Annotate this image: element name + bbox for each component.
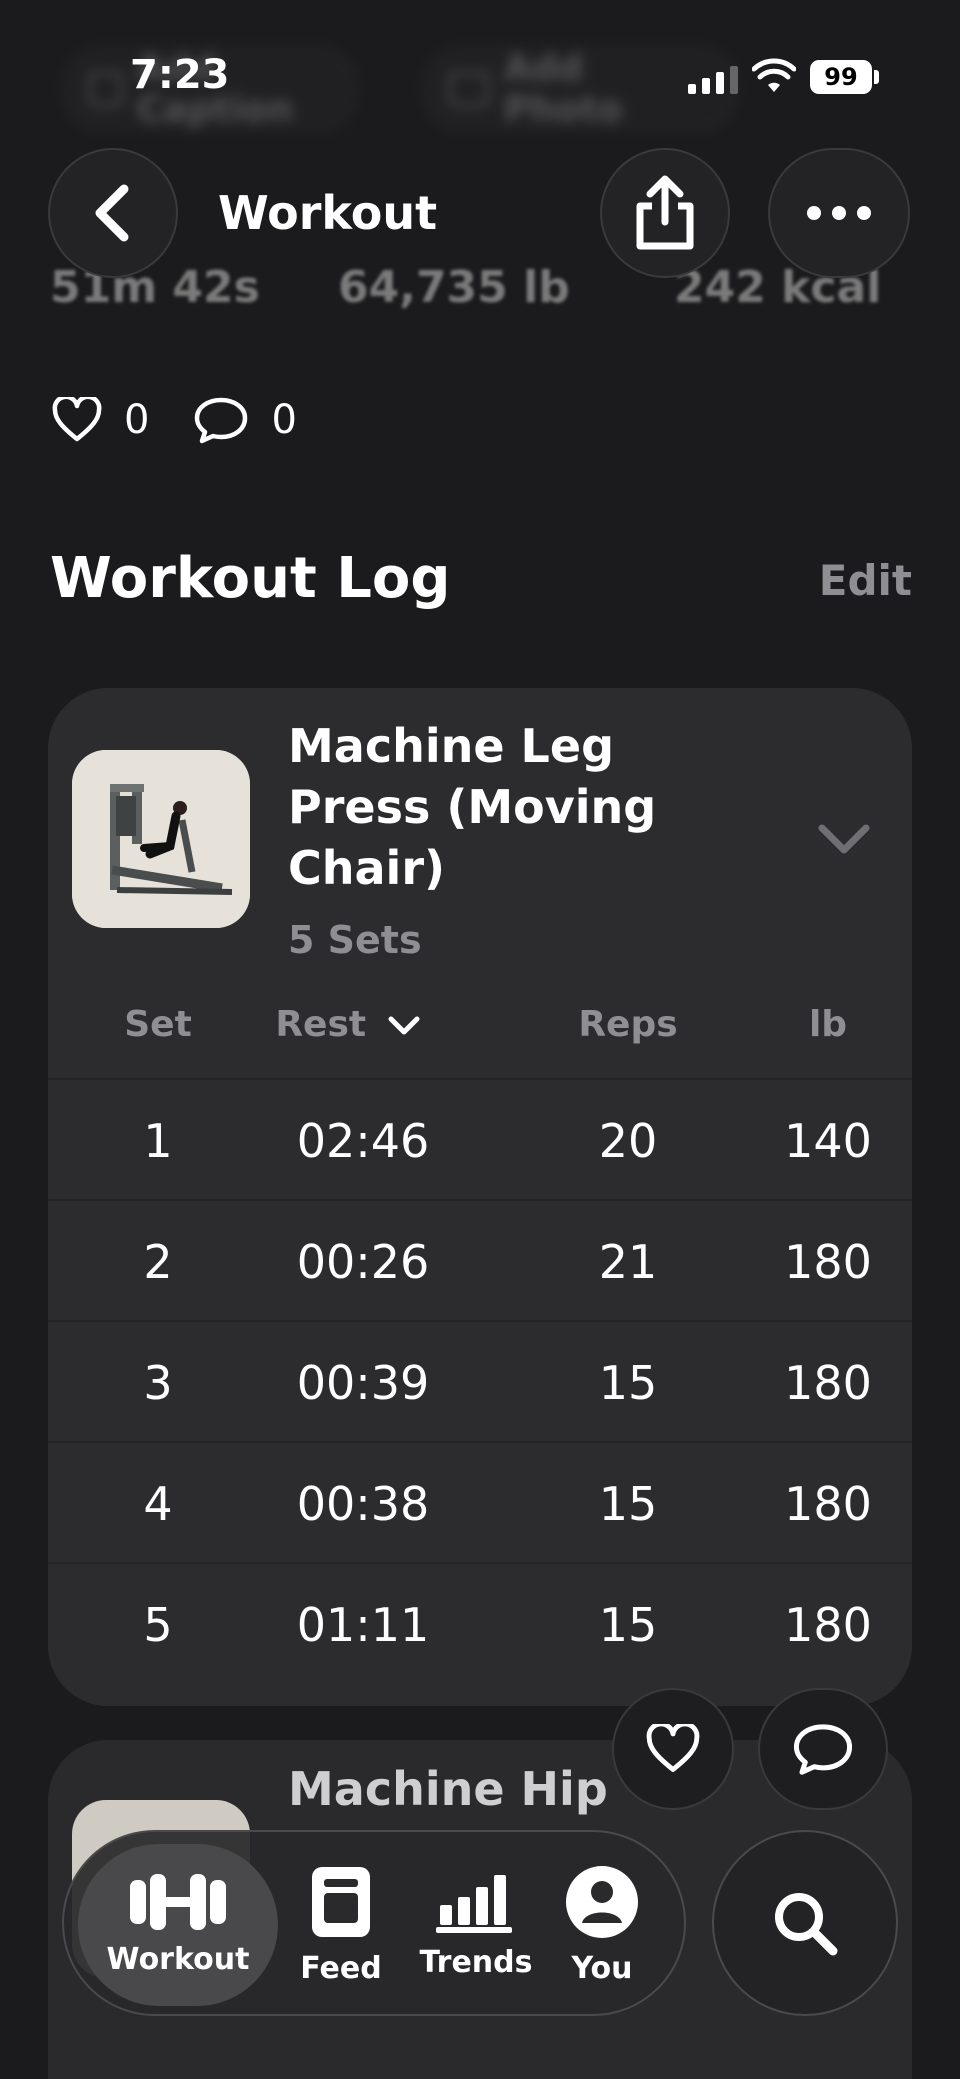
chevron-down-icon[interactable] <box>818 824 870 854</box>
ellipsis-icon <box>807 206 871 220</box>
weight-value: 180 <box>784 1356 872 1410</box>
column-set: Set <box>124 1004 192 1045</box>
table-row[interactable]: 4 00:38 15 180 <box>48 1443 912 1564</box>
exercise-name[interactable]: Machine Leg Press (Moving Chair) <box>288 716 728 899</box>
feed-icon <box>312 1866 370 1937</box>
column-rest-label: Rest <box>275 1004 367 1045</box>
share-button[interactable] <box>600 148 730 278</box>
weight-value: 180 <box>784 1235 872 1289</box>
column-weight: lb <box>808 1004 848 1045</box>
weight-value: 140 <box>784 1114 872 1168</box>
workout-log-title: Workout Log <box>50 546 451 611</box>
sets-table-header: Set Rest Reps lb <box>48 988 912 1080</box>
set-number: 5 <box>143 1598 173 1652</box>
cellular-signal-icon <box>688 64 738 94</box>
tab-feed-label: Feed <box>300 1950 382 1986</box>
status-bar: 7:23 99 <box>0 0 960 150</box>
like-count: 0 <box>124 397 150 443</box>
back-button[interactable] <box>48 148 178 278</box>
set-number: 3 <box>143 1356 173 1410</box>
table-row[interactable]: 2 00:26 21 180 <box>48 1201 912 1322</box>
rest-time: 01:11 <box>296 1598 430 1652</box>
comment-count: 0 <box>271 397 297 443</box>
set-number: 1 <box>143 1114 173 1168</box>
rest-time: 00:26 <box>296 1235 430 1289</box>
tab-feed[interactable]: Feed <box>286 1832 396 2018</box>
dumbbell-icon <box>130 1873 226 1930</box>
person-icon <box>566 1865 638 1938</box>
tab-workout[interactable]: Workout <box>78 1844 278 2006</box>
chevron-left-icon <box>95 184 129 242</box>
more-options-button[interactable] <box>768 148 910 278</box>
comment-icon <box>793 1724 853 1775</box>
heart-icon <box>646 1724 700 1772</box>
weight-value: 180 <box>784 1598 872 1652</box>
rest-time: 00:38 <box>296 1477 430 1531</box>
nav-title: Workout <box>218 186 438 240</box>
tab-you-label: You <box>571 1950 633 1986</box>
bar-chart-icon <box>436 1874 512 1933</box>
battery-tip <box>874 70 879 84</box>
heart-icon[interactable] <box>52 397 102 443</box>
workout-detail-screen: Add Caption Add Photo 7:23 99 51m 42s 64… <box>0 0 960 2079</box>
rest-time: 02:46 <box>296 1114 430 1168</box>
status-time: 7:23 <box>130 52 230 98</box>
search-button[interactable] <box>712 1830 898 2016</box>
comment-button[interactable] <box>758 1688 888 1810</box>
share-icon <box>636 175 694 250</box>
exercise-sets-count: 5 Sets <box>288 918 422 962</box>
table-row[interactable]: 3 00:39 15 180 <box>48 1322 912 1443</box>
social-counts: 0 0 <box>52 396 341 444</box>
stat-volume: 64,735 lb <box>338 262 570 313</box>
exercise-name-2[interactable]: Machine Hip <box>288 1762 608 1816</box>
chevron-down-icon <box>388 1016 420 1035</box>
exercise-card[interactable]: Machine Leg Press (Moving Chair) 5 Sets … <box>48 688 912 1706</box>
table-row[interactable]: 1 02:46 20 140 <box>48 1080 912 1201</box>
comment-icon[interactable] <box>193 396 249 444</box>
battery-indicator: 99 <box>810 60 872 94</box>
tab-trends-label: Trends <box>419 1944 533 1980</box>
edit-button[interactable]: Edit <box>819 556 912 605</box>
set-number: 2 <box>143 1235 173 1289</box>
column-rest[interactable]: Rest <box>238 1004 488 1045</box>
table-row[interactable]: 5 01:11 15 180 <box>48 1564 912 1685</box>
wifi-icon <box>752 58 796 92</box>
tab-trends[interactable]: Trends <box>386 1832 566 2018</box>
set-number: 4 <box>143 1477 173 1531</box>
tab-workout-label: Workout <box>106 1941 250 1977</box>
rest-time: 00:39 <box>296 1356 430 1410</box>
leg-press-machine-image <box>72 750 250 928</box>
tab-you[interactable]: You <box>542 1832 662 2018</box>
like-button[interactable] <box>612 1688 734 1810</box>
exercise-thumbnail <box>72 750 250 928</box>
tab-bar: Workout Feed Trends You <box>62 1830 686 2016</box>
weight-value: 180 <box>784 1477 872 1531</box>
search-icon <box>775 1893 838 1956</box>
